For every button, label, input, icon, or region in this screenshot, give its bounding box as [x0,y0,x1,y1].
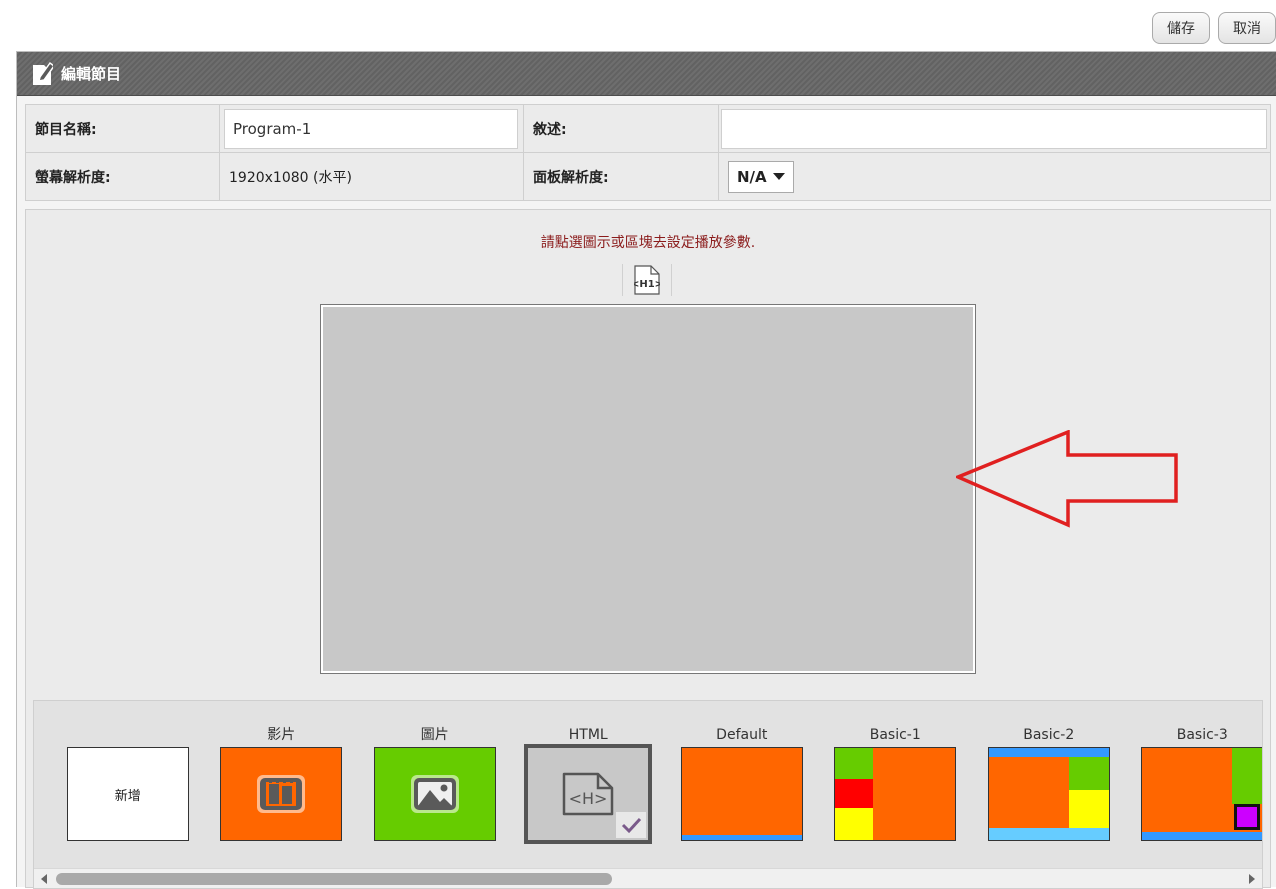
html-h1-icon: <H1> [634,265,660,295]
template-caption: 影片 [267,727,296,743]
basic-2-layout-thumbnail[interactable] [987,747,1110,841]
svg-text:<H>: <H> [569,789,608,808]
screen-resolution-value: 1920x1080 (水平) [219,152,524,201]
instruction-hint: 請點選圖示或區塊去設定播放參數. [540,235,756,251]
layout-zone [681,835,802,840]
template-caption: Basic-3 [1176,727,1228,743]
scroll-left-icon[interactable] [41,874,47,884]
layout-zone [1142,832,1262,840]
top-actions: 儲存 取消 [1152,12,1276,44]
layout-zone [988,828,1109,840]
program-name-input[interactable]: Program-1 [224,108,518,149]
description-input[interactable] [721,108,1267,149]
basic-3-layout-thumbnail[interactable] [1141,747,1262,841]
panel-resolution-value: N/A [737,167,767,186]
template-list: 新增 影片 圖片 HTML <H> Default Basic-1 Basic-… [51,725,1262,844]
new-template-label: 新增 [114,788,141,804]
template-item-image[interactable]: 圖片 [358,725,512,844]
default-layout-thumbnail[interactable] [680,747,803,841]
html-h1-tool-button[interactable]: <H1> [622,264,672,296]
template-item-basic-2[interactable]: Basic-2 [972,725,1126,844]
panel-title: 編輯節目 [61,65,122,83]
panel-header: 編輯節目 [17,52,1276,96]
layout-editor-area: 請點選圖示或區塊去設定播放參數. <H1> 新增 影片 圖片 HTML <H> … [25,209,1271,889]
panel-resolution-label: 面板解析度: [523,152,719,201]
layout-zone [988,748,1109,757]
html-zone-canvas[interactable] [320,304,976,674]
html-template-thumbnail[interactable]: <H> [524,744,653,844]
image-template-thumbnail[interactable] [373,747,496,841]
template-strip-scrollbar[interactable] [34,868,1262,888]
template-item-new[interactable]: 新增 [51,725,205,844]
video-template-thumbnail[interactable] [220,747,343,841]
scrollbar-thumb[interactable] [56,873,612,885]
edit-pencil-icon [33,61,53,85]
program-info-table: 節目名稱: Program-1 敘述: 螢幕解析度: 1920x1080 (水平… [25,104,1271,201]
template-item-default[interactable]: Default [665,725,819,844]
panel-resolution-select[interactable]: N/A [728,160,794,193]
template-item-basic-1[interactable]: Basic-1 [819,725,973,844]
template-item-html[interactable]: HTML <H> [512,725,666,844]
layout-zone [835,748,874,779]
red-arrow-annotation [956,430,1178,528]
layout-zone [835,808,874,840]
template-caption: Basic-1 [869,727,921,743]
template-caption: Default [716,727,768,743]
layout-zone [1234,804,1261,830]
html-icon: <H> [563,772,614,816]
image-icon [410,775,459,813]
check-icon [616,812,647,838]
dropdown-arrow-icon [772,173,785,180]
layout-zone [1068,790,1109,828]
template-strip: 新增 影片 圖片 HTML <H> Default Basic-1 Basic-… [33,700,1263,889]
svg-text:<H1>: <H1> [634,279,660,290]
description-label: 敘述: [523,104,719,153]
layout-zone [835,779,874,808]
scroll-right-icon[interactable] [1249,874,1255,884]
program-name-label: 節目名稱: [25,104,220,153]
video-icon [257,775,306,813]
template-caption: Basic-2 [1023,727,1075,743]
layout-zone [1068,757,1109,790]
screen-resolution-label: 螢幕解析度: [25,152,220,201]
layout-zone [1232,748,1262,804]
template-item-basic-3[interactable]: Basic-3 [1126,725,1262,844]
template-item-video[interactable]: 影片 [205,725,359,844]
save-button[interactable]: 儲存 [1152,12,1210,44]
template-caption: 圖片 [420,727,449,743]
cancel-button[interactable]: 取消 [1218,12,1276,44]
edit-program-panel: 編輯節目 節目名稱: Program-1 敘述: 螢幕解析度: 1920x108… [16,51,1276,889]
new-template-button[interactable]: 新增 [66,747,189,841]
basic-1-layout-thumbnail[interactable] [834,747,957,841]
